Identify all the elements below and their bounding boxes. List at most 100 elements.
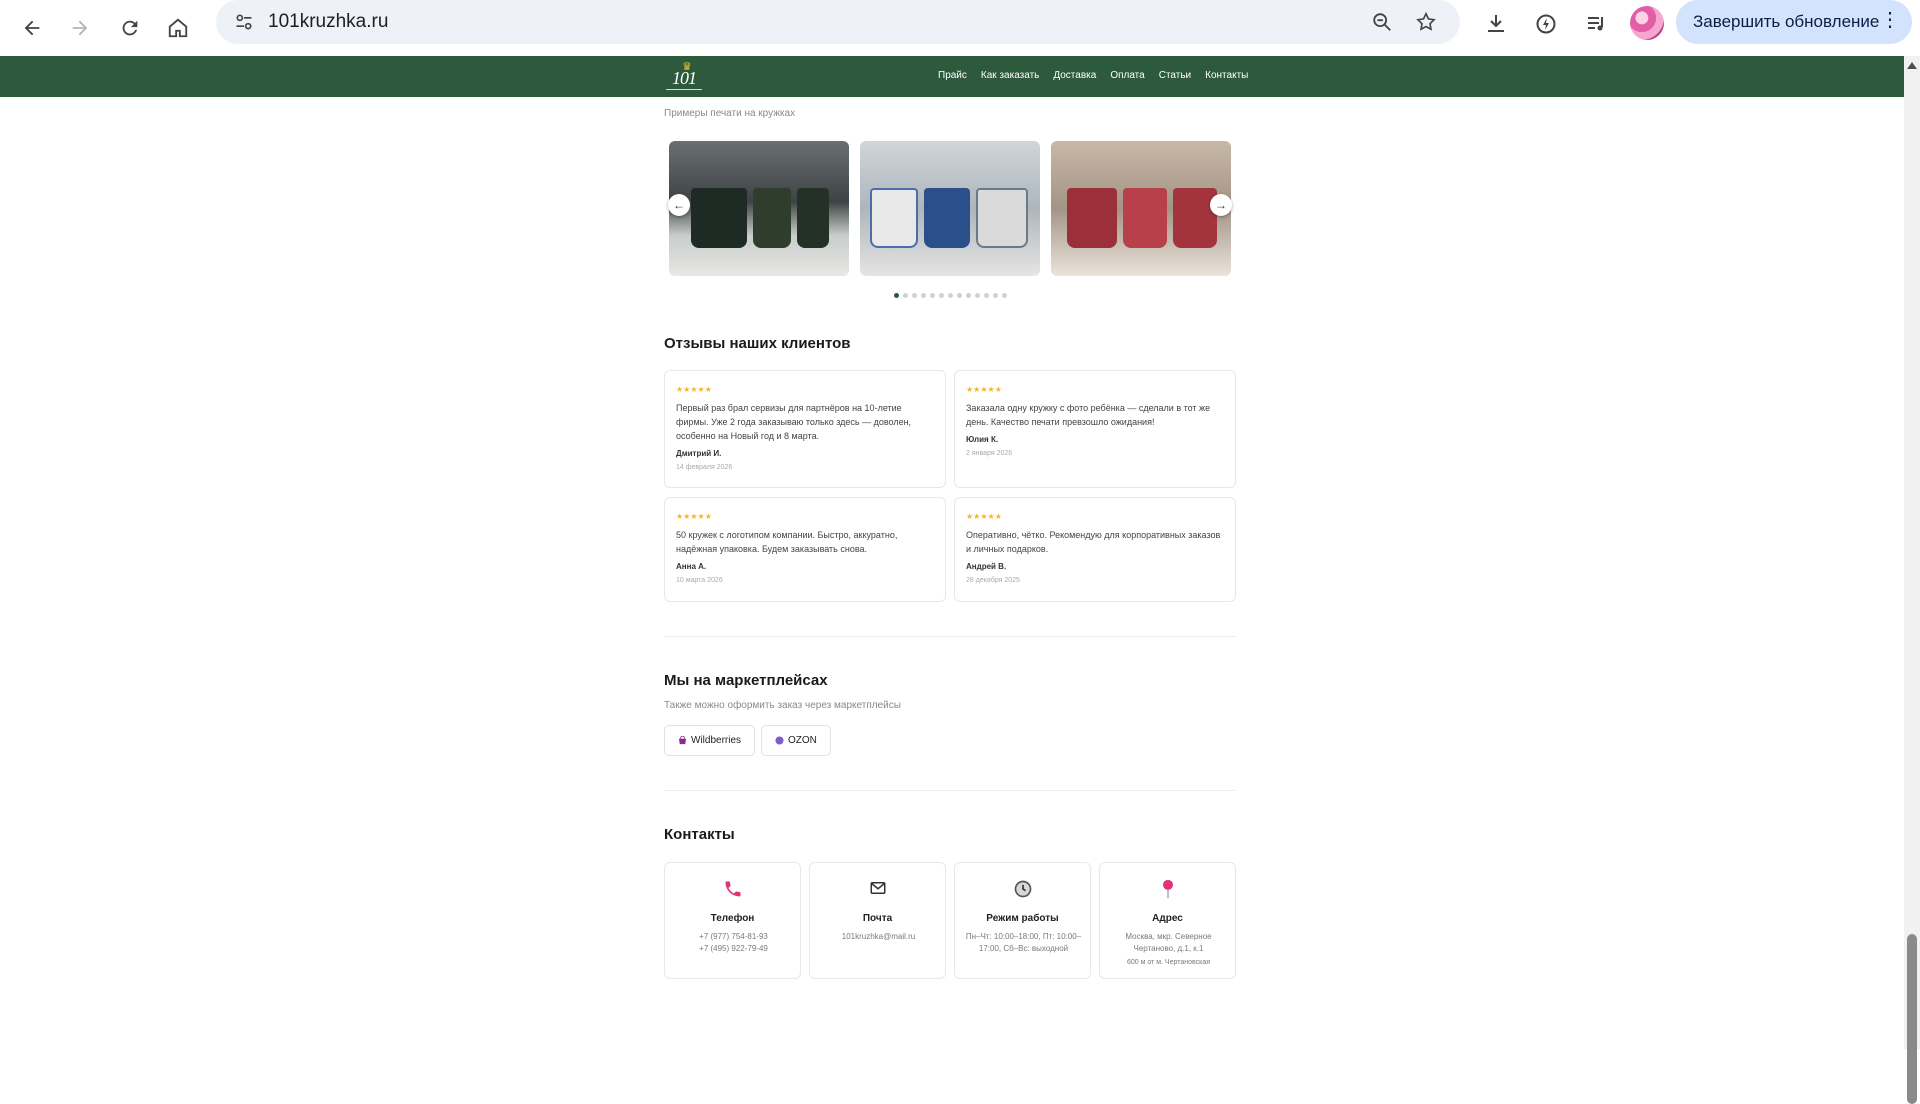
address-metro: 600 м от м. Чертановская — [1126, 959, 1211, 966]
arrow-right-icon — [72, 20, 88, 36]
contact-card-email: Почта 101kruzhka@mail.ru — [809, 862, 946, 979]
rating-stars: ★★★★★ — [966, 512, 1002, 521]
pagination-dot[interactable] — [948, 293, 953, 298]
email-value[interactable]: 101kruzhka@mail.ru — [818, 931, 939, 943]
arrow-right-icon: → — [1215, 198, 1227, 212]
review-card: ★★★★★ 50 кружек с логотипом компании. Бы… — [664, 497, 946, 602]
site-info-button[interactable] — [226, 4, 262, 40]
gallery-prev-button[interactable]: ← — [668, 194, 690, 216]
phone-icon — [725, 881, 740, 897]
contact-card-phone: Телефон +7 (977) 754-81-93 +7 (495) 922-… — [664, 862, 801, 979]
pagination-dot[interactable] — [939, 293, 944, 298]
review-card: ★★★★★ Заказала одну кружку с фото ребёнк… — [954, 370, 1236, 488]
address-value: Москва, мкр. Северное Чертаново, д.1, к.… — [1125, 932, 1212, 953]
nav-articles[interactable]: Статьи — [1159, 70, 1191, 81]
contact-title: Адрес — [1152, 913, 1183, 924]
gallery-pagination — [894, 293, 1007, 298]
queue-music-icon — [1588, 17, 1603, 31]
gallery-slide[interactable] — [860, 141, 1040, 276]
bookmark-button[interactable] — [1410, 6, 1442, 38]
main-nav: Прайс Как заказать Доставка Оплата Стать… — [938, 70, 1262, 81]
address-bar[interactable]: 101kruzhka.ru — [216, 0, 1460, 44]
download-icon — [1488, 15, 1504, 32]
mail-icon — [870, 882, 885, 894]
pagination-dot[interactable] — [894, 293, 899, 298]
url-text[interactable]: 101kruzhka.ru — [268, 11, 388, 33]
energy-saver-icon — [1536, 14, 1556, 34]
review-text: Первый раз брал сервизы для партнёров на… — [676, 403, 912, 441]
more-vert-icon[interactable]: ⋮ — [1880, 10, 1900, 30]
reviews-title: Отзывы наших клиентов — [664, 335, 851, 352]
nav-delivery[interactable]: Доставка — [1053, 70, 1096, 81]
wildberries-button[interactable]: Wildberries — [664, 725, 756, 756]
review-text: 50 кружек с логотипом компании. Быстро, … — [676, 530, 898, 554]
review-author: Юлия К. — [966, 435, 999, 444]
finish-update-button[interactable]: Завершить обновление ⋮ — [1676, 0, 1912, 44]
star-icon — [1416, 11, 1436, 31]
pagination-dot[interactable] — [993, 293, 998, 298]
pagination-dot[interactable] — [912, 293, 917, 298]
arrow-left-icon: ← — [673, 198, 685, 212]
phone-1[interactable]: +7 (977) 754-81-93 — [673, 931, 794, 943]
pagination-dot[interactable] — [921, 293, 926, 298]
forward-button[interactable] — [62, 10, 98, 46]
gallery-slide[interactable] — [669, 141, 849, 276]
rating-stars: ★★★★★ — [676, 512, 712, 521]
gallery-slide[interactable] — [1051, 141, 1231, 276]
gallery-next-button[interactable]: → — [1210, 194, 1232, 216]
pagination-dot[interactable] — [930, 293, 935, 298]
review-author: Андрей В. — [966, 562, 1007, 571]
contact-card-address: Адрес Москва, мкр. Северное Чертаново, д… — [1099, 862, 1236, 979]
review-text: Заказала одну кружку с фото ребёнка — сд… — [966, 403, 1211, 427]
page-scrollbar[interactable] — [1904, 56, 1920, 1104]
back-button[interactable] — [14, 10, 50, 46]
rating-stars: ★★★★★ — [676, 385, 712, 394]
nav-payment[interactable]: Оплата — [1110, 70, 1144, 81]
logo-text: 101 — [672, 68, 697, 88]
zoom-button[interactable] — [1366, 6, 1398, 38]
browser-toolbar: 101kruzhka.ru Завершить обновление ⋮ — [0, 0, 1920, 56]
pin-icon — [1162, 879, 1173, 899]
site-header: ♛ 101 Прайс Как заказать Доставка Оплата… — [0, 56, 1904, 97]
scroll-up-icon[interactable] — [1907, 62, 1917, 69]
phone-2[interactable]: +7 (495) 922-79-49 — [673, 943, 794, 955]
wildberries-label: Wildberries — [691, 735, 742, 746]
clock-icon — [1014, 880, 1031, 898]
review-card: ★★★★★ Первый раз брал сервизы для партнё… — [664, 370, 946, 488]
scroll-thumb[interactable] — [1907, 934, 1917, 1104]
bag-icon — [678, 736, 687, 745]
home-button[interactable] — [160, 10, 196, 46]
pagination-dot[interactable] — [966, 293, 971, 298]
reload-button[interactable] — [112, 10, 148, 46]
review-author: Дмитрий И. — [676, 449, 722, 458]
nav-contacts[interactable]: Контакты — [1205, 70, 1248, 81]
hours-value: Пн–Чт: 10:00–18:00, Пт: 10:00–17:00, Сб–… — [965, 932, 1082, 953]
gallery-subtitle: Примеры печати на кружках — [664, 108, 796, 119]
nav-how-to-order[interactable]: Как заказать — [981, 70, 1039, 81]
tune-icon — [236, 14, 252, 30]
review-card: ★★★★★ Оперативно, чётко. Рекомендую для … — [954, 497, 1236, 602]
contact-card-hours: Режим работы Пн–Чт: 10:00–18:00, Пт: 10:… — [954, 862, 1091, 979]
pagination-dot[interactable] — [1002, 293, 1007, 298]
site-logo[interactable]: ♛ 101 — [664, 60, 704, 94]
downloads-button[interactable] — [1478, 6, 1514, 42]
performance-button[interactable] — [1528, 6, 1564, 42]
finish-update-label: Завершить обновление — [1693, 12, 1880, 31]
media-button[interactable] — [1578, 6, 1614, 42]
circle-icon — [775, 736, 784, 745]
review-date: 10 марта 2026 — [676, 577, 723, 584]
review-date: 28 декабря 2025 — [966, 577, 1020, 584]
review-text: Оперативно, чётко. Рекомендую для корпор… — [966, 530, 1221, 554]
review-date: 14 февраля 2026 — [676, 464, 733, 471]
profile-avatar[interactable] — [1630, 6, 1664, 40]
marketplaces-title: Мы на маркетплейсах — [664, 672, 828, 689]
zoom-out-icon — [1373, 13, 1391, 31]
pagination-dot[interactable] — [903, 293, 908, 298]
pagination-dot[interactable] — [975, 293, 980, 298]
ozon-button[interactable]: OZON — [761, 725, 831, 756]
contact-title: Режим работы — [986, 913, 1059, 924]
pagination-dot[interactable] — [984, 293, 989, 298]
nav-price[interactable]: Прайс — [938, 70, 967, 81]
arrow-left-icon — [24, 20, 40, 36]
pagination-dot[interactable] — [957, 293, 962, 298]
